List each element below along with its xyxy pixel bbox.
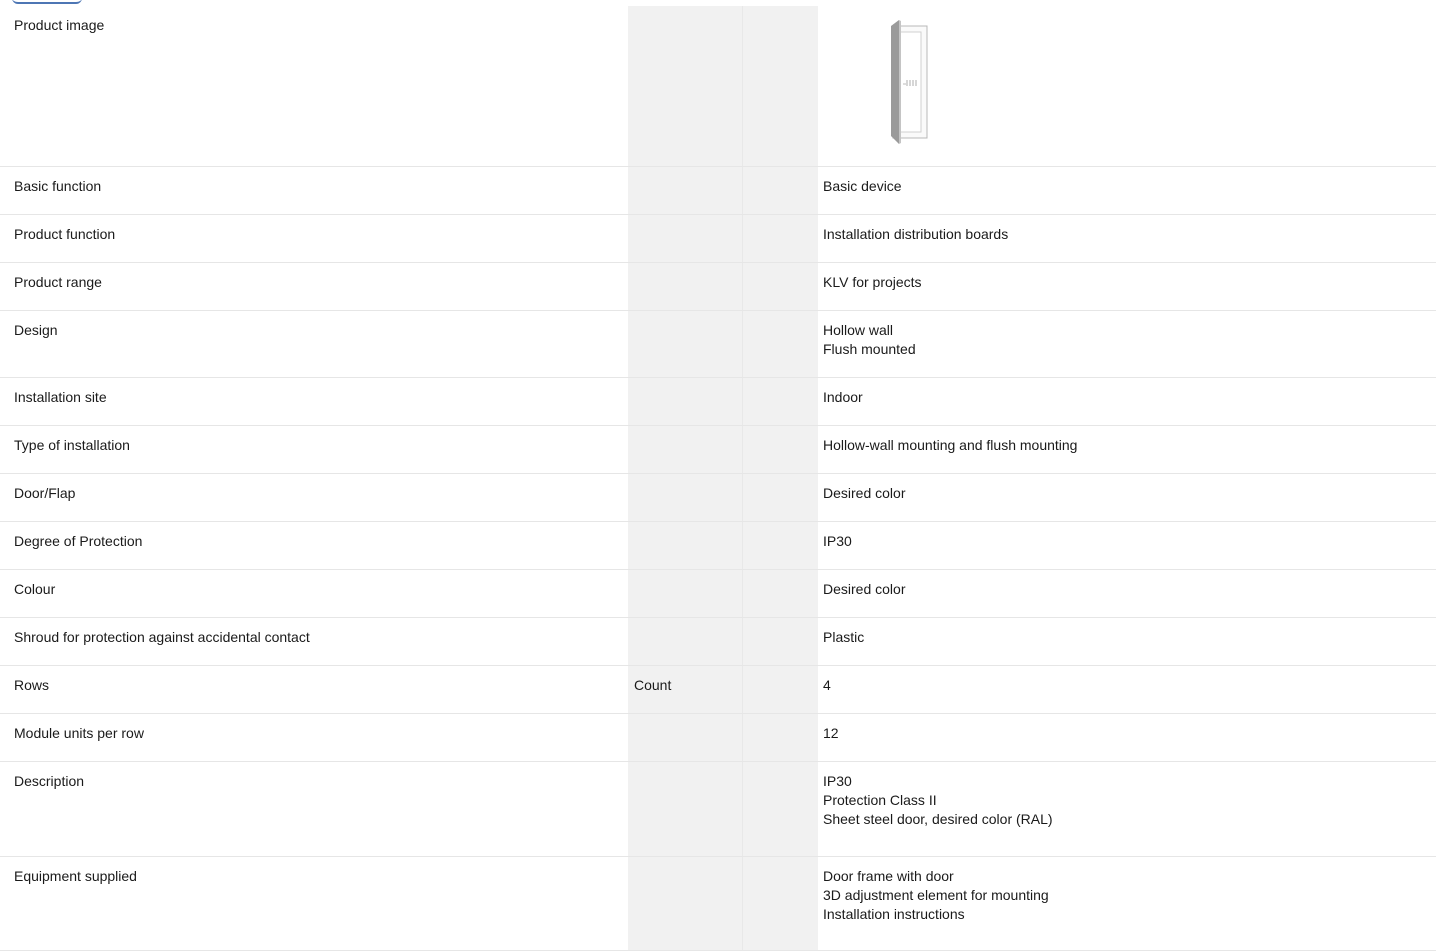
spec-value-line: 4 bbox=[823, 677, 831, 693]
spec-name: Degree of Protection bbox=[0, 521, 628, 570]
spec-name: Rows bbox=[0, 665, 628, 714]
spec-row: Degree of Protection IP30 bbox=[0, 521, 1436, 570]
spec-value: Hollow-wall mounting and flush mounting bbox=[818, 425, 1436, 474]
spec-table: Product image Basic function Basic devic… bbox=[0, 6, 1436, 951]
spec-value: IP30 Protection Class II Sheet steel door,… bbox=[818, 761, 1436, 857]
spec-unit bbox=[628, 310, 742, 378]
spec-name: Basic function bbox=[0, 166, 628, 215]
spec-gap bbox=[741, 521, 818, 570]
header-fragment bbox=[12, 0, 82, 4]
spec-row: Shroud for protection against accidental… bbox=[0, 617, 1436, 666]
spec-row: Colour Desired color bbox=[0, 569, 1436, 618]
spec-value: 12 bbox=[818, 713, 1436, 762]
spec-unit bbox=[628, 166, 742, 215]
spec-gap bbox=[741, 713, 818, 762]
spec-value: Basic device bbox=[818, 166, 1436, 215]
spec-value-line: Door frame with door bbox=[823, 868, 954, 884]
spec-unit bbox=[628, 262, 742, 311]
spec-name: Product range bbox=[0, 262, 628, 311]
spec-unit bbox=[628, 761, 742, 857]
spec-gap bbox=[741, 665, 818, 714]
spec-row: Product range KLV for projects bbox=[0, 262, 1436, 311]
spec-name: Colour bbox=[0, 569, 628, 618]
spec-unit bbox=[628, 473, 742, 522]
spec-gap bbox=[741, 310, 818, 378]
spec-name: Equipment supplied bbox=[0, 856, 628, 951]
spec-row: Rows Count 4 bbox=[0, 665, 1436, 714]
spec-value-line: Installation distribution boards bbox=[823, 226, 1009, 242]
spec-name: Design bbox=[0, 310, 628, 378]
spec-row: Design Hollow wall Flush mounted bbox=[0, 310, 1436, 378]
spec-value-line: Installation instructions bbox=[823, 906, 965, 922]
spec-gap bbox=[741, 262, 818, 311]
spec-value: Plastic bbox=[818, 617, 1436, 666]
spec-gap bbox=[741, 377, 818, 426]
spec-gap bbox=[741, 425, 818, 474]
spec-row: Module units per row 12 bbox=[0, 713, 1436, 762]
spec-row: Description IP30 Protection Class II Sheet … bbox=[0, 761, 1436, 857]
spec-value: Desired color bbox=[818, 569, 1436, 618]
spec-unit bbox=[628, 713, 742, 762]
spec-value: Hollow wall Flush mounted bbox=[818, 310, 1436, 378]
spec-value-line: Indoor bbox=[823, 389, 863, 405]
spec-unit bbox=[628, 6, 742, 167]
spec-name: Shroud for protection against accidental… bbox=[0, 617, 628, 666]
spec-gap bbox=[741, 214, 818, 263]
spec-row: Equipment supplied Door frame with door 3D… bbox=[0, 856, 1436, 951]
spec-value-line: Hollow wall bbox=[823, 322, 894, 338]
spec-unit: Count bbox=[628, 665, 742, 714]
spec-gap bbox=[741, 473, 818, 522]
spec-row: Type of installation Hollow-wall mounting… bbox=[0, 425, 1436, 474]
spec-row: Basic function Basic device bbox=[0, 166, 1436, 215]
spec-unit bbox=[628, 214, 742, 263]
spec-row: Installation site Indoor bbox=[0, 377, 1436, 426]
spec-value-line: 3D adjustment element for mounting bbox=[823, 887, 1049, 903]
spec-value-line: Protection Class II bbox=[823, 792, 937, 808]
spec-value: Desired color bbox=[818, 473, 1436, 522]
spec-value-line: Basic device bbox=[823, 178, 902, 194]
spec-value-line: 12 bbox=[823, 725, 839, 741]
spec-value-line: Desired color bbox=[823, 581, 906, 597]
spec-row: Door/Flap Desired color bbox=[0, 473, 1436, 522]
spec-value: Indoor bbox=[818, 377, 1436, 426]
spec-name: Product image bbox=[0, 6, 628, 167]
spec-name: Module units per row bbox=[0, 713, 628, 762]
spec-value: 4 bbox=[818, 665, 1436, 714]
spec-value: IP30 bbox=[818, 521, 1436, 570]
spec-gap bbox=[741, 166, 818, 215]
spec-unit bbox=[628, 425, 742, 474]
spec-value-line: Desired color bbox=[823, 485, 906, 501]
spec-name: Description bbox=[0, 761, 628, 857]
door-frame-icon bbox=[879, 20, 949, 144]
spec-value: Installation distribution boards bbox=[818, 214, 1436, 263]
spec-gap bbox=[741, 617, 818, 666]
spec-unit bbox=[628, 856, 742, 951]
spec-name: Type of installation bbox=[0, 425, 628, 474]
spec-value-line: IP30 bbox=[823, 533, 852, 549]
spec-value-line: Hollow-wall mounting and flush mounting bbox=[823, 437, 1078, 453]
spec-unit bbox=[628, 569, 742, 618]
spec-body: Basic function Basic device Product functi… bbox=[0, 166, 1436, 951]
spec-unit bbox=[628, 377, 742, 426]
spec-name: Installation site bbox=[0, 377, 628, 426]
spec-row-product-image: Product image bbox=[0, 6, 1436, 167]
spec-gap bbox=[741, 761, 818, 857]
spec-value-line: Sheet steel door, desired color (RAL) bbox=[823, 811, 1053, 827]
spec-name: Door/Flap bbox=[0, 473, 628, 522]
spec-value: Door frame with door 3D adjustment elemen… bbox=[818, 856, 1436, 951]
spec-value-line: KLV for projects bbox=[823, 274, 922, 290]
spec-gap bbox=[741, 569, 818, 618]
spec-value-image bbox=[818, 6, 1436, 167]
spec-value: KLV for projects bbox=[818, 262, 1436, 311]
spec-row: Product function Installation distributio… bbox=[0, 214, 1436, 263]
spec-value-line: IP30 bbox=[823, 773, 852, 789]
spec-gap bbox=[741, 6, 818, 167]
spec-unit bbox=[628, 617, 742, 666]
spec-gap bbox=[741, 856, 818, 951]
spec-unit bbox=[628, 521, 742, 570]
spec-value-line: Plastic bbox=[823, 629, 865, 645]
spec-name: Product function bbox=[0, 214, 628, 263]
spec-value-line: Flush mounted bbox=[823, 341, 916, 357]
